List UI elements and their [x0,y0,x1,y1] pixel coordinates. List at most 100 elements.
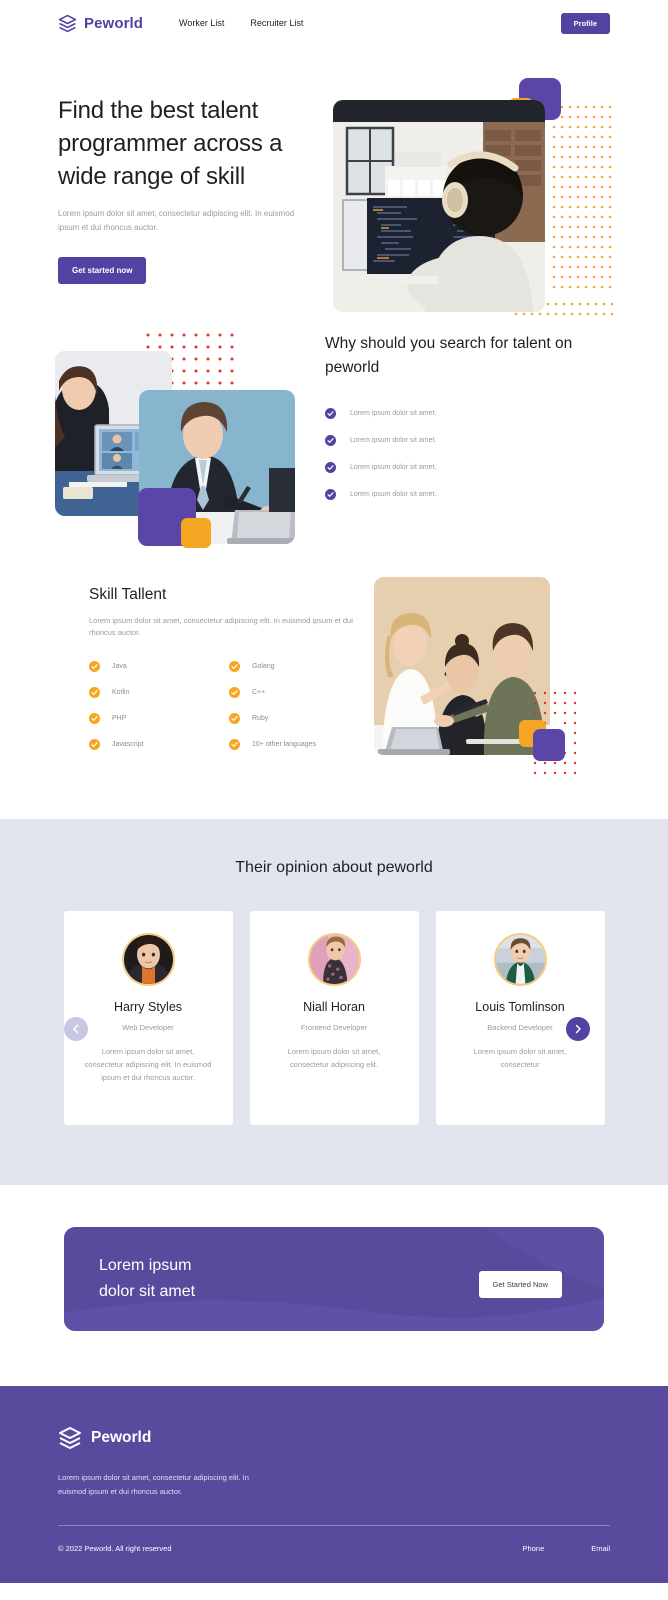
avatar-art [309,935,359,984]
check-circle-icon [89,661,100,672]
why-content: Why should you search for talent on pewo… [325,332,600,516]
hero-image [333,100,545,312]
footer-brand-name: Peworld [91,1429,152,1446]
nav-item-recruiter-list[interactable]: Recruiter List [250,18,303,28]
skill-section: Skill Tallent Lorem ipsum dolor sit amet… [0,574,668,819]
check-circle-icon [229,713,240,724]
why-orange-square [181,518,211,548]
why-list-item: Lorem ipsum dolor sit amet. [325,489,600,500]
skill-list-item: Kotlin [89,687,229,698]
testimonial-role: Web Developer [122,1023,174,1032]
skill-visual [374,574,594,775]
check-circle-icon [89,687,100,698]
skill-list-item: Java [89,661,229,672]
skill-content: Skill Tallent Lorem ipsum dolor sit amet… [89,586,369,750]
testimonial-quote: Lorem ipsum dolor sit amet, consectetur … [84,1047,212,1082]
testimonial-role: Frontend Developer [300,1023,368,1032]
main-nav: Worker List Recruiter List [179,18,303,28]
get-started-now-button[interactable]: Get started now [58,257,147,284]
skill-purple-square [533,729,565,761]
hero-copy: Find the best talent programmer across a… [58,94,318,284]
skill-item-label: C++ [252,689,266,696]
why-list-item: Lorem ipsum dolor sit amet. [325,462,600,473]
why-checklist: Lorem ipsum dolor sit amet. Lorem ipsum … [325,408,600,500]
testimonial-card[interactable]: Niall Horan Frontend Developer Lorem ips… [249,911,419,1125]
testimonials-title: Their opinion about peworld [235,859,433,876]
avatar-art [495,935,545,984]
carousel-next-button[interactable] [566,1017,590,1041]
check-circle-icon [229,687,240,698]
skill-list-item: Golang [229,661,369,672]
why-item-text: Lorem ipsum dolor sit amet. [350,464,437,471]
testimonial-name: Harry Styles [113,1000,183,1014]
check-circle-icon [325,435,336,446]
skill-list-item: Ruby [229,713,369,724]
cta-heading-line1: Lorem ipsum [99,1257,192,1274]
skill-item-label: PHP [112,715,127,722]
skill-subtitle: Lorem ipsum dolor sit amet, consectetur … [89,616,353,637]
check-circle-icon [325,408,336,419]
skill-item-label: Golang [252,663,275,670]
check-circle-icon [325,489,336,500]
hero-image-art [333,100,545,312]
avatar [493,933,547,986]
site-header: Peworld Worker List Recruiter List Profi… [0,0,668,46]
profile-button[interactable]: Profile [560,12,610,34]
skill-list-item: C++ [229,687,369,698]
skill-item-label: Ruby [252,715,269,722]
why-item-text: Lorem ipsum dolor sit amet. [350,437,437,444]
layers-icon [59,1427,81,1449]
cta-heading: Lorem ipsum dolor sit amet [99,1253,195,1305]
landing-page: Peworld Worker List Recruiter List Profi… [0,0,668,1583]
skill-list-item: Javascript [89,739,229,750]
footer-divider [58,1525,610,1526]
check-circle-icon [229,661,240,672]
chevron-left-icon [73,1024,79,1034]
footer-link-phone[interactable]: Phone [523,1544,545,1553]
why-item-text: Lorem ipsum dolor sit amet. [350,491,437,498]
avatar-art [123,935,173,984]
testimonial-card[interactable]: Harry Styles Web Developer Lorem ipsum d… [63,911,233,1125]
check-circle-icon [229,739,240,750]
brand-name: Peworld [84,14,144,32]
testimonial-name: Louis Tomlinson [475,1000,565,1014]
avatar [121,933,175,986]
check-circle-icon [89,739,100,750]
chevron-right-icon [575,1024,581,1034]
footer-bottom: © 2022 Peworld. All right reserved Phone… [58,1544,610,1553]
skill-item-label: Java [112,663,127,670]
why-title: Why should you search for talent on pewo… [325,335,573,376]
footer-brand[interactable]: Peworld [58,1426,610,1450]
skill-item-label: Javascript [112,741,144,748]
skill-item-label: Kotlin [112,689,130,696]
cta-heading-line2: dolor sit amet [99,1283,196,1300]
skill-item-label: 10+ other languages [252,741,317,748]
skill-list-item: PHP [89,713,229,724]
footer-description: Lorem ipsum dolor sit amet, consectetur … [58,1473,249,1496]
site-footer: Peworld Lorem ipsum dolor sit amet, cons… [0,1386,668,1583]
check-circle-icon [325,462,336,473]
testimonial-name: Niall Horan [303,1000,365,1014]
cta-get-started-button[interactable]: Get Started Now [478,1271,562,1298]
hero-visual [333,68,623,348]
layers-icon [58,14,77,32]
carousel-prev-button[interactable] [64,1017,88,1041]
testimonial-quote: Lorem ipsum dolor sit amet, consectetur … [287,1047,381,1069]
why-list-item: Lorem ipsum dolor sit amet. [325,408,600,419]
footer-copyright: © 2022 Peworld. All right reserved [58,1544,172,1553]
orange-dot-grid [552,105,612,289]
footer-link-email[interactable]: Email [591,1544,610,1553]
cta-section: Lorem ipsum dolor sit amet Get Started N… [0,1185,668,1386]
hero-subtitle: Lorem ipsum dolor sit amet, consectetur … [58,209,295,232]
skill-list: Java Golang Kotlin C++ PHP Ruby Javascri… [89,661,369,750]
hero-title: Find the best talent programmer across a… [58,97,283,190]
skill-title: Skill Tallent [89,586,167,603]
hero-section: Find the best talent programmer across a… [0,46,668,324]
footer-links: Phone Email [523,1544,610,1553]
skill-list-item: 10+ other languages [229,739,369,750]
why-section: Why should you search for talent on pewo… [0,324,668,574]
brand-logo[interactable]: Peworld [58,14,143,33]
testimonials-section: Their opinion about peworld Harry Styles… [0,819,668,1185]
nav-item-worker-list[interactable]: Worker List [179,18,224,28]
testimonial-cards: Harry Styles Web Developer Lorem ipsum d… [0,911,668,1125]
